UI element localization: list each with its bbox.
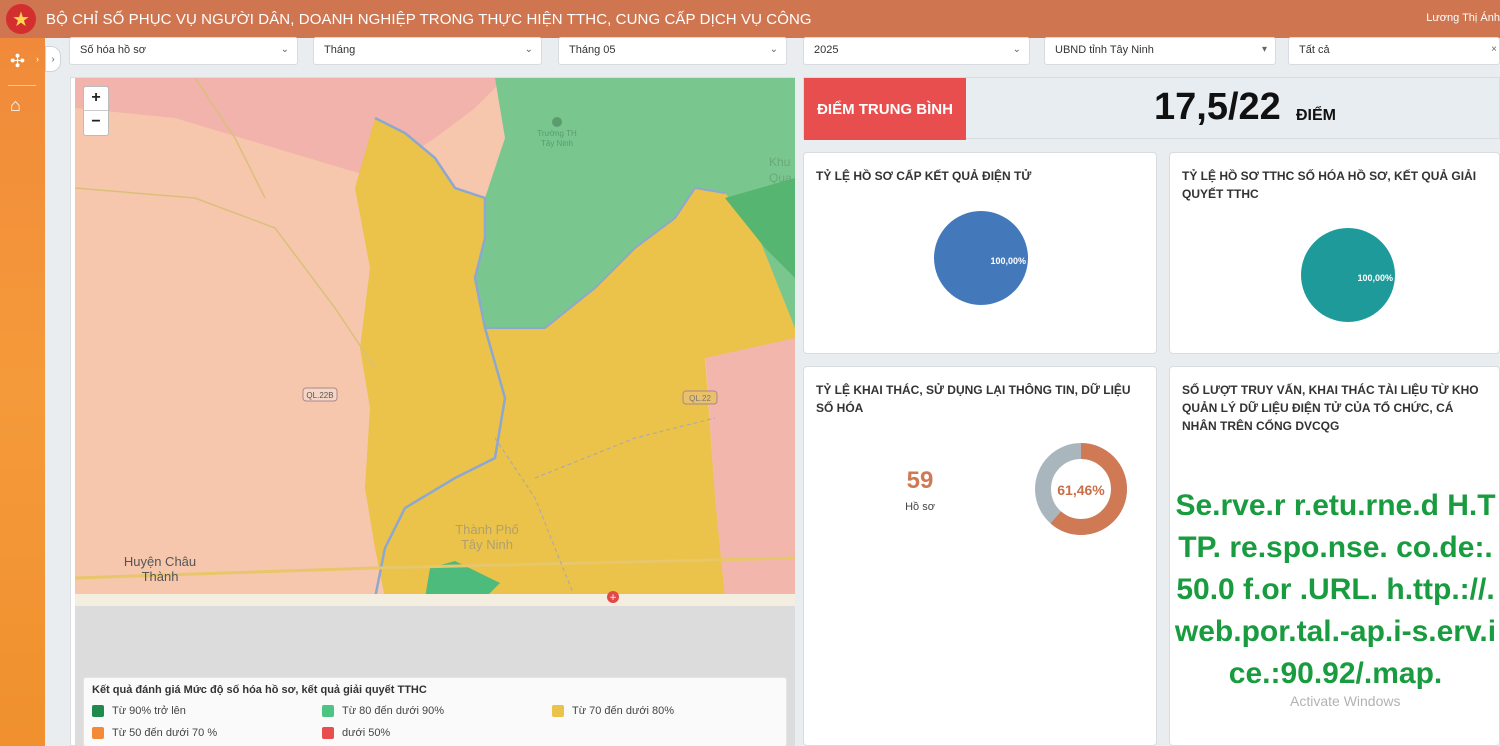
map-poi-label: Trường TH (537, 129, 577, 138)
average-score-label: ĐIỂM TRUNG BÌNH (804, 78, 966, 140)
map-legend: Kết quả đánh giá Mức độ số hóa hồ sơ, kế… (83, 677, 787, 746)
pie-chart: 100,00% (934, 211, 1028, 305)
chevron-down-icon: ⌄ (769, 44, 778, 55)
filter-period-type[interactable]: Tháng ⌄ (313, 37, 542, 65)
legend-item: Từ 50 đến dưới 70 % (92, 727, 217, 739)
national-emblem-icon: ★ (6, 4, 36, 34)
compass-icon[interactable]: ✣ (10, 51, 25, 72)
chevron-down-icon: ⌄ (1012, 44, 1021, 55)
filter-month[interactable]: Tháng 05 ⌄ (558, 37, 787, 65)
map-poi-label: Khu (769, 155, 790, 169)
map-road-label: QL.22B (306, 391, 333, 400)
donut-chart: 61,46% (1035, 443, 1127, 535)
card-data-reuse: TỶ LỆ KHAI THÁC, SỬ DỤNG LẠI THÔNG TIN, … (803, 366, 1157, 746)
filter-unit-value: UBND tỉnh Tây Ninh (1055, 44, 1154, 56)
user-name[interactable]: Lương Thị Ánh (1426, 12, 1500, 24)
legend-label: Từ 90% trở lên (112, 705, 186, 717)
legend-item: Từ 80 đến dưới 90% (322, 705, 444, 717)
legend-item: Từ 70 đến dưới 80% (552, 705, 674, 717)
filter-year[interactable]: 2025 ⌄ (803, 37, 1030, 65)
card-digitized-records: TỶ LỆ HỒ SƠ TTHC SỐ HÓA HỒ SƠ, KẾT QUẢ G… (1169, 152, 1500, 354)
donut-label: 61,46% (1057, 482, 1105, 498)
average-score-value: 17,5/22 (1154, 86, 1281, 128)
legend-item: dưới 50% (322, 727, 390, 739)
filter-unit[interactable]: UBND tỉnh Tây Ninh ▾ (1044, 37, 1276, 65)
legend-item: Từ 90% trở lên (92, 705, 186, 717)
pie-label: 100,00% (990, 256, 1026, 266)
filter-year-value: 2025 (814, 44, 839, 56)
pie-label: 100,00% (1357, 273, 1393, 283)
filter-scope[interactable]: Tất cả × (1288, 37, 1500, 65)
filter-month-value: Tháng 05 (569, 44, 616, 56)
legend-label: Từ 80 đến dưới 90% (342, 705, 445, 717)
page-title: BỘ CHỈ SỐ PHỤC VỤ NGƯỜI DÂN, DOANH NGHIỆ… (46, 10, 812, 28)
legend-swatch (322, 727, 334, 739)
collapse-toggle-button[interactable]: › (45, 46, 61, 72)
svg-text:+: + (609, 593, 617, 603)
map-poi-label: Qua (769, 171, 792, 185)
chevron-down-icon: ⌄ (524, 44, 533, 55)
map-district-label: Thành (142, 569, 179, 584)
zoom-control: + − (83, 86, 109, 136)
map-district-label: Huyện Châu (124, 554, 196, 569)
card-title: SỐ LƯỢT TRUY VẤN, KHAI THÁC TÀI LIỆU TỪ … (1182, 383, 1479, 433)
average-score-unit: ĐIỂM (1296, 107, 1336, 124)
app-header: ★ BỘ CHỈ SỐ PHỤC VỤ NGƯỜI DÂN, DOANH NGH… (0, 0, 1500, 38)
clear-icon[interactable]: × (1491, 44, 1497, 55)
map-panel: QL.22B QL.22 Huyện Châu Thành Thành Phố … (70, 77, 795, 746)
filter-period-type-value: Tháng (324, 44, 356, 56)
legend-label: Từ 70 đến dưới 80% (572, 705, 675, 717)
legend-label: dưới 50% (342, 727, 391, 739)
legend-swatch (92, 705, 104, 717)
legend-title: Kết quả đánh giá Mức độ số hóa hồ sơ, kế… (92, 684, 427, 696)
chevron-down-icon: ⌄ (280, 44, 289, 55)
legend-swatch (322, 705, 334, 717)
caret-down-icon: ▾ (1261, 44, 1267, 55)
map-city-label: Tây Ninh (461, 537, 513, 552)
card-lookups: SỐ LƯỢT TRUY VẤN, KHAI THÁC TÀI LIỆU TỪ … (1169, 366, 1500, 746)
sidebar-divider (8, 85, 36, 86)
activation-watermark: Activate Windows (1290, 693, 1401, 709)
filter-category[interactable]: Số hóa hồ sơ ⌄ (69, 37, 298, 65)
map-poi-label: Tây Ninh (541, 139, 573, 148)
map-pin-icon[interactable] (552, 117, 562, 127)
legend-swatch (552, 705, 564, 717)
chevron-right-icon[interactable]: › (36, 54, 39, 64)
average-score-panel: ĐIỂM TRUNG BÌNH 17,5/22 ĐIỂM (803, 77, 1500, 140)
pie-chart: 100,00% (1301, 228, 1395, 322)
map-canvas[interactable]: QL.22B QL.22 Huyện Châu Thành Thành Phố … (75, 78, 795, 606)
error-message: Se.rve.r r.etu.rne.d H.TTP. re.spo.nse. … (1174, 489, 1497, 690)
zoom-out-button[interactable]: − (84, 111, 108, 135)
map-city-label: Thành Phố (455, 522, 519, 537)
card-electronic-results: TỶ LỆ HỒ SƠ CẤP KẾT QUẢ ĐIỆN TỬ 100,00% (803, 152, 1157, 354)
legend-swatch (92, 727, 104, 739)
legend-label: Từ 50 đến dưới 70 % (112, 727, 218, 739)
home-icon[interactable]: ⌂ (10, 95, 21, 116)
map-road-label: QL.22 (689, 394, 711, 403)
sidebar: ✣ › ⌂ (0, 38, 45, 746)
filter-scope-value: Tất cả (1299, 44, 1330, 56)
filter-category-value: Số hóa hồ sơ (80, 44, 146, 56)
zoom-in-button[interactable]: + (84, 87, 108, 111)
